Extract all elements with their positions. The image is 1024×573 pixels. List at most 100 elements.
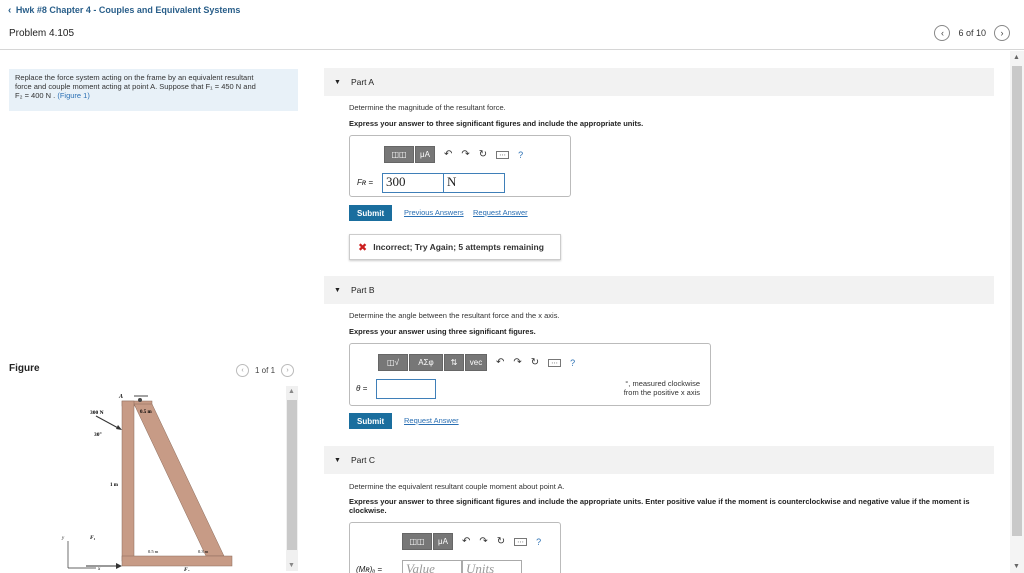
part-b-instruction: Express your answer using three signific… bbox=[349, 327, 536, 336]
part-c-toolbar: ◫◫ μA ↶ ↷ ↻ ⋯ ? bbox=[402, 533, 541, 550]
label-300n: 300 N bbox=[90, 410, 104, 416]
greek-tool-button[interactable]: AΣφ bbox=[409, 354, 443, 371]
part-b-request-answer-link[interactable]: Request Answer bbox=[404, 416, 459, 425]
collapse-triangle-icon: ▼ bbox=[334, 78, 341, 86]
part-a-header[interactable]: ▼ Part A bbox=[324, 68, 994, 96]
part-a-title: Part A bbox=[350, 77, 375, 87]
part-c-question: Determine the equivalent resultant coupl… bbox=[349, 482, 565, 491]
part-b-header[interactable]: ▼ Part B bbox=[324, 276, 994, 304]
reset-icon[interactable]: ↻ bbox=[497, 536, 505, 547]
template-tool-button[interactable]: ◫◫ bbox=[402, 533, 432, 550]
part-a-submit-button[interactable]: Submit bbox=[349, 205, 393, 221]
redo-icon[interactable]: ↷ bbox=[479, 536, 487, 547]
redo-icon[interactable]: ↷ bbox=[513, 357, 521, 368]
label-dim-top: 0.5 m bbox=[140, 410, 153, 415]
frame-vertical-member bbox=[121, 400, 135, 562]
template-tool-button[interactable]: ◫√ bbox=[378, 354, 408, 371]
pin-support bbox=[138, 398, 142, 402]
help-icon[interactable]: ? bbox=[536, 537, 541, 547]
incorrect-x-icon: ✖ bbox=[358, 241, 368, 254]
arrow-head-icon bbox=[116, 563, 122, 569]
figure-pager-text: 1 of 1 bbox=[255, 366, 276, 375]
chevron-left-icon: ‹ bbox=[940, 28, 944, 38]
prev-figure-button[interactable]: ‹ bbox=[236, 364, 249, 377]
prev-problem-button[interactable]: ‹ bbox=[934, 25, 951, 41]
note-line: °, measured clockwise bbox=[625, 379, 700, 388]
label-axis-x: x bbox=[97, 567, 101, 571]
part-a-feedback: ✖ Incorrect; Try Again; 5 attempts remai… bbox=[349, 234, 561, 260]
parts-content: ▼ Part A Determine the magnitude of the … bbox=[320, 51, 1010, 573]
scroll-up-icon[interactable]: ▲ bbox=[1013, 54, 1020, 61]
units-tool-button[interactable]: μA bbox=[433, 533, 453, 550]
mu-units-label: μA bbox=[438, 537, 448, 546]
part-b-angle-input[interactable] bbox=[376, 379, 436, 399]
chevron-left-icon: ‹ bbox=[8, 5, 12, 16]
vec-label: vec bbox=[469, 358, 483, 367]
collapse-triangle-icon: ▼ bbox=[334, 286, 341, 294]
frame-diagonal-member bbox=[133, 403, 225, 557]
next-problem-button[interactable]: › bbox=[994, 25, 1010, 41]
part-c-header[interactable]: ▼ Part C bbox=[324, 446, 994, 474]
help-icon[interactable]: ? bbox=[518, 150, 523, 160]
frame-figure: 300 N 30° A 0.5 m 1 m F₁ 0.5 m 0.3 m F₂ … bbox=[61, 394, 233, 571]
previous-answers-link[interactable]: Previous Answers bbox=[404, 208, 464, 217]
label-axis-y: y bbox=[61, 536, 65, 541]
scroll-up-icon[interactable]: ▲ bbox=[288, 388, 295, 395]
sqrt-template-icon: ◫√ bbox=[387, 358, 399, 367]
figure-pager: ‹ 1 of 1 › bbox=[236, 364, 295, 377]
feedback-text: Incorrect; Try Again; 5 attempts remaini… bbox=[373, 242, 544, 252]
part-a-request-answer-link[interactable]: Request Answer bbox=[473, 208, 528, 217]
statement-line: F₂ = 400 N . (Figure 1) bbox=[15, 91, 292, 100]
pager-text: 6 of 10 bbox=[958, 28, 986, 38]
part-c-answer-box: ◫◫ μA ↶ ↷ ↻ ⋯ ? (Mʀ)ₐ = Value Units bbox=[349, 522, 561, 573]
arrows-tool-button[interactable]: ⇅ bbox=[444, 354, 464, 371]
statement-line: Replace the force system acting on the f… bbox=[15, 73, 254, 82]
keyboard-icon[interactable]: ⋯ bbox=[514, 537, 528, 546]
part-c-value-input[interactable]: Value bbox=[402, 560, 462, 573]
figure-scrollbar[interactable]: ▲ ▼ bbox=[286, 386, 298, 571]
part-c-title: Part C bbox=[350, 455, 376, 465]
figure-link[interactable]: (Figure 1) bbox=[57, 91, 90, 100]
template-icon: ◫◫ bbox=[409, 537, 425, 546]
part-a-value-input[interactable]: 300 bbox=[382, 173, 444, 193]
label-point-a: A bbox=[118, 394, 123, 400]
scroll-thumb[interactable] bbox=[1012, 66, 1022, 536]
statement-text: F₂ = 400 N . bbox=[15, 91, 56, 100]
help-icon[interactable]: ? bbox=[570, 358, 575, 368]
next-figure-button[interactable]: › bbox=[281, 364, 295, 377]
problem-title: Problem 4.105 bbox=[9, 28, 75, 39]
undo-icon[interactable]: ↶ bbox=[496, 357, 504, 368]
redo-icon[interactable]: ↷ bbox=[461, 149, 469, 160]
label-angle: 30° bbox=[94, 431, 102, 438]
problem-statement: Replace the force system acting on the f… bbox=[9, 69, 298, 111]
label-dim-right: 0.3 m bbox=[198, 549, 209, 554]
reset-icon[interactable]: ↻ bbox=[531, 357, 539, 368]
note-line: from the positive x axis bbox=[623, 388, 700, 397]
units-tool-button[interactable]: μA bbox=[415, 146, 435, 163]
back-link-label: Hwk #8 Chapter 4 - Couples and Equivalen… bbox=[15, 5, 241, 15]
scroll-down-icon[interactable]: ▼ bbox=[1013, 563, 1020, 570]
chevron-right-icon: › bbox=[286, 367, 289, 374]
back-link[interactable]: ‹ Hwk #8 Chapter 4 - Couples and Equival… bbox=[8, 5, 240, 16]
undo-icon[interactable]: ↶ bbox=[462, 536, 470, 547]
vec-tool-button[interactable]: vec bbox=[465, 354, 487, 371]
part-b-submit-button[interactable]: Submit bbox=[349, 413, 393, 429]
part-b-question: Determine the angle between the resultan… bbox=[349, 311, 560, 320]
part-c-units-input[interactable]: Units bbox=[462, 560, 522, 573]
reset-icon[interactable]: ↻ bbox=[479, 149, 487, 160]
page-scrollbar[interactable]: ▲ ▼ bbox=[1010, 51, 1024, 573]
keyboard-icon[interactable]: ⋯ bbox=[496, 150, 510, 159]
chevron-right-icon: › bbox=[1000, 28, 1004, 38]
keyboard-icon[interactable]: ⋯ bbox=[548, 358, 562, 367]
undo-icon[interactable]: ↶ bbox=[444, 149, 452, 160]
label-f1: F₁ bbox=[90, 535, 96, 541]
part-a-question: Determine the magnitude of the resultant… bbox=[349, 103, 506, 112]
scroll-down-icon[interactable]: ▼ bbox=[288, 562, 295, 569]
left-panel: Replace the force system acting on the f… bbox=[0, 51, 305, 573]
template-icon: ◫◫ bbox=[391, 150, 407, 159]
part-a-var-label: Fʀ = bbox=[357, 178, 374, 187]
scroll-thumb[interactable] bbox=[287, 400, 297, 550]
template-tool-button[interactable]: ◫◫ bbox=[384, 146, 414, 163]
part-a-units-input[interactable]: N bbox=[443, 173, 505, 193]
part-a-answer-box: ◫◫ μA ↶ ↷ ↻ ⋯ ? Fʀ = 300 N bbox=[349, 135, 571, 197]
